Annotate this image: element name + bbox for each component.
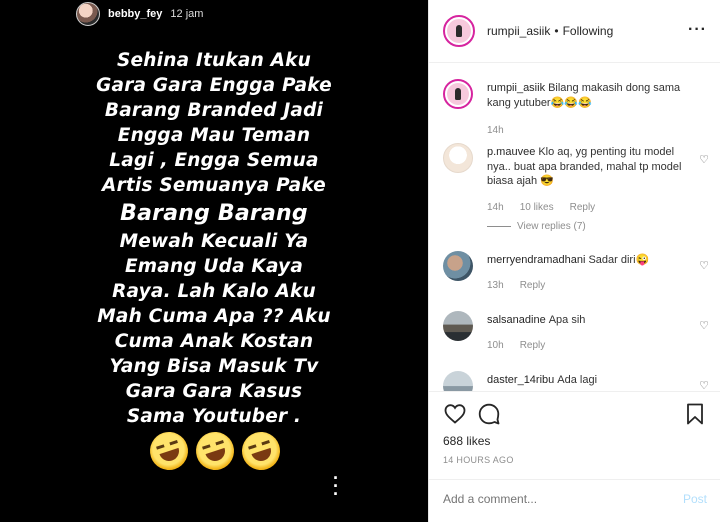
story-caption-line: Raya. Lah Kalo Aku [112, 281, 316, 302]
reply-button[interactable]: Reply [520, 280, 546, 291]
post-timestamp: 14 HOURS AGO [443, 455, 514, 465]
more-options-icon[interactable]: ··· [688, 22, 707, 38]
avatar[interactable] [443, 371, 473, 391]
story-caption-line: Cuma Anak Kostan [114, 331, 314, 352]
post-header: rumpii_asiik • Following ··· [429, 0, 720, 63]
story-caption-line: Mah Cuma Apa ?? Aku [97, 306, 331, 327]
like-comment-heart-icon[interactable]: ♡ [699, 379, 709, 391]
comment-text: Apa sih [548, 314, 586, 326]
post-side-panel: rumpii_asiik • Following ··· rumpii_asii… [428, 0, 720, 522]
comment-username[interactable]: p.mauvee [487, 146, 535, 158]
story-caption-line: Barang Branded Jadi [104, 100, 324, 121]
post-button[interactable]: Post [683, 492, 707, 506]
comment-body: rumpii_asiik Bilang makasih dong sama kan… [487, 81, 687, 110]
rofl-emoji-icon [191, 427, 239, 475]
view-replies-label[interactable]: View replies (7) [517, 221, 586, 232]
story-emoji-row [145, 427, 285, 475]
comment-body: daster_14ribu Ada lagi [487, 373, 687, 388]
comment-bubble-icon[interactable] [477, 402, 501, 426]
story-caption-line: Emang Uda Kaya [124, 256, 304, 277]
poster-username[interactable]: rumpii_asiik [487, 24, 550, 38]
reply-button[interactable]: Reply [520, 340, 546, 351]
rofl-emoji-icon [237, 427, 285, 475]
like-comment-heart-icon[interactable]: ♡ [699, 259, 709, 272]
post-actions: 688 likes 14 HOURS AGO [429, 391, 720, 479]
story-caption-text: Sehina Itukan Aku Gara Gara Engga Pake Bar… [84, 48, 344, 429]
story-caption-line: Lagi , Engga Semua [109, 150, 319, 171]
vertical-dots-icon[interactable]: · · · [330, 469, 342, 503]
following-status[interactable]: Following [563, 24, 614, 38]
comment-time: 14h [487, 125, 504, 136]
likes-count[interactable]: 688 likes [443, 434, 490, 448]
comment-username[interactable]: rumpii_asiik [487, 82, 545, 94]
add-comment-bar: Post [429, 479, 720, 522]
story-caption-line: Barang Barang [120, 201, 308, 226]
comment-text: Sadar diri😜 [588, 254, 650, 266]
rofl-emoji-icon [145, 427, 193, 475]
avatar[interactable] [443, 311, 473, 341]
story-image[interactable]: bebby_fey 12 jam Sehina Itukan Aku Gara G… [0, 0, 428, 522]
like-comment-heart-icon[interactable]: ♡ [699, 153, 709, 166]
story-caption-line: Sama Youtuber . [126, 406, 302, 427]
comment-meta: 14h 10 likes Reply [487, 202, 595, 213]
comment-meta: 10h Reply [487, 340, 545, 351]
story-time: 12 jam [170, 8, 204, 20]
replies-divider [487, 226, 511, 227]
bookmark-icon[interactable] [683, 402, 707, 426]
comment-time: 13h [487, 280, 504, 291]
story-header: bebby_fey 12 jam [76, 2, 203, 26]
comment-body: p.mauvee Klo aq, yg penting itu model nya… [487, 145, 687, 189]
story-caption-line: Mewah Kecuali Ya [119, 231, 309, 252]
story-avatar[interactable] [76, 2, 100, 26]
like-comment-heart-icon[interactable]: ♡ [699, 319, 709, 332]
story-caption-line: Engga Mau Teman [117, 125, 311, 146]
view-replies-button[interactable]: View replies (7) [487, 221, 586, 232]
avatar[interactable] [443, 79, 473, 109]
comment-username[interactable]: daster_14ribu [487, 374, 554, 386]
avatar[interactable] [443, 143, 473, 173]
story-username[interactable]: bebby_fey [108, 8, 162, 20]
comment-time: 10h [487, 340, 504, 351]
like-heart-icon[interactable] [443, 402, 467, 426]
reply-button[interactable]: Reply [570, 202, 596, 213]
avatar[interactable] [443, 251, 473, 281]
comment-meta: 14h [487, 125, 504, 136]
story-caption-line: Artis Semuanya Pake [102, 175, 326, 196]
comment-input[interactable] [443, 492, 663, 506]
comment-body: salsanadine Apa sih [487, 313, 687, 328]
comment-username[interactable]: salsanadine [487, 314, 546, 326]
comment-time: 14h [487, 202, 504, 213]
comment-username[interactable]: merryendramadhani [487, 254, 585, 266]
story-caption-line: Sehina Itukan Aku [117, 50, 311, 71]
comment-body: merryendramadhani Sadar diri😜 [487, 253, 687, 268]
comment-text: Ada lagi [557, 374, 598, 386]
poster-avatar[interactable] [443, 15, 475, 47]
comments-list[interactable]: rumpii_asiik Bilang makasih dong sama kan… [429, 63, 720, 391]
story-caption-line: Yang Bisa Masuk Tv [109, 356, 319, 377]
story-caption-line: Gara Gara Kasus [125, 381, 303, 402]
comment-meta: 13h Reply [487, 280, 545, 291]
instagram-post-view: bebby_fey 12 jam Sehina Itukan Aku Gara G… [0, 0, 720, 522]
header-separator: • [554, 24, 559, 38]
comment-likes[interactable]: 10 likes [520, 202, 554, 213]
story-caption-line: Gara Gara Engga Pake [96, 75, 332, 96]
